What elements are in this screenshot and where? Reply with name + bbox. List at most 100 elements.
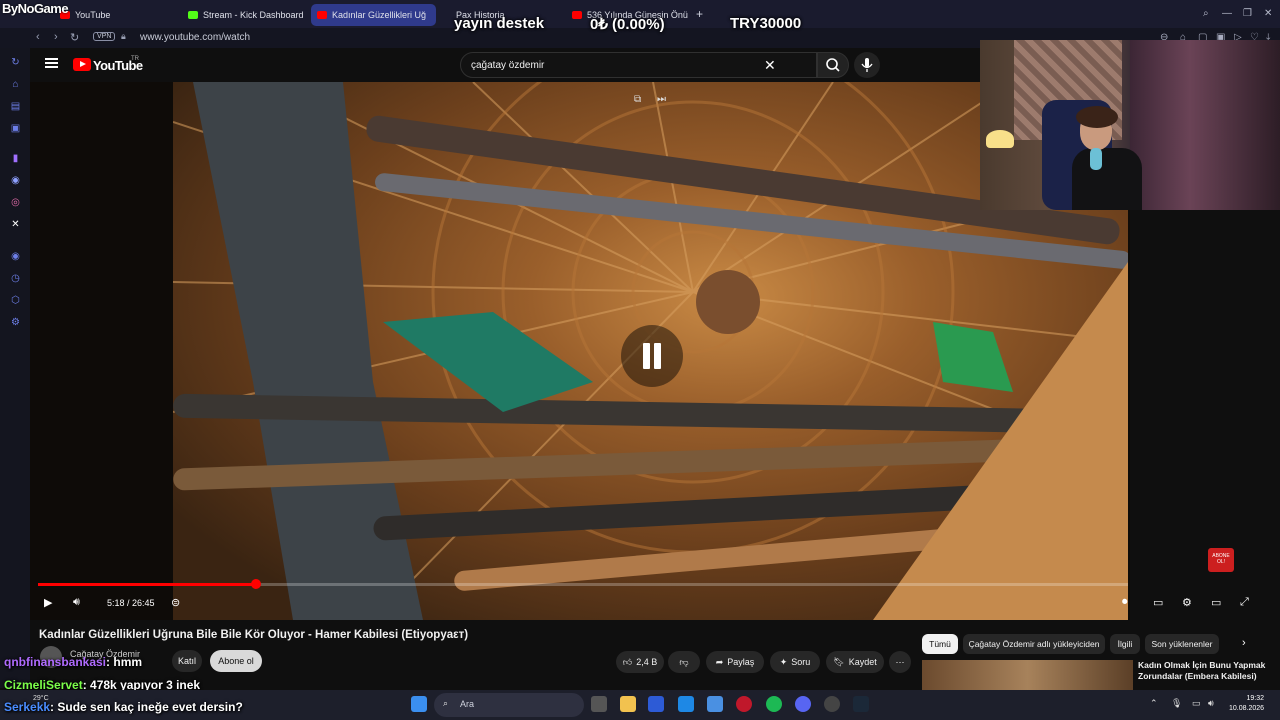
clock-date: 10.08.2026 (1229, 705, 1265, 712)
volume-icon[interactable]: 🔊︎ (73, 596, 80, 609)
spotify-icon[interactable] (766, 696, 782, 712)
x-icon[interactable]: ✕ (9, 218, 22, 231)
menu-icon[interactable] (45, 58, 58, 68)
recommended-thumbnail[interactable] (922, 660, 1133, 690)
dislike-button[interactable]: 👎︎ (668, 651, 700, 673)
discord-icon[interactable]: ◉ (9, 174, 22, 187)
sidebar-mail-icon[interactable]: ▣ (9, 122, 22, 135)
tray-network-icon[interactable]: ▭ (1192, 698, 1201, 709)
chat-user: Serkekk (4, 700, 51, 714)
instagram-icon[interactable]: ◎ (9, 196, 22, 209)
search-button[interactable] (817, 52, 849, 78)
store-icon[interactable] (707, 696, 723, 712)
share-icon: ➦ (715, 656, 724, 667)
progress-bar[interactable] (38, 579, 1128, 589)
chip-from-uploader[interactable]: Çağatay Özdemir adlı yükleyiciden (963, 634, 1105, 654)
windows-start-icon[interactable] (411, 696, 427, 712)
webcam-hair (1076, 106, 1118, 128)
like-button[interactable]: 👍︎ 2,4 B (616, 651, 664, 673)
clear-search-icon[interactable]: ✕ (764, 57, 776, 74)
save-button[interactable]: 🔖︎ Kaydet (826, 651, 884, 673)
play-icon[interactable]: ▶ (44, 596, 52, 609)
subscribe-watermark[interactable]: ABONE OL! (1208, 548, 1234, 572)
subscribe-button[interactable]: Abone ol (210, 650, 262, 672)
opera-icon[interactable] (736, 696, 752, 712)
reload-icon[interactable]: ↻ (70, 31, 79, 44)
search-value: çağatay özdemir (471, 60, 545, 71)
search-icon (826, 58, 840, 72)
chip-all[interactable]: Tümü (922, 634, 958, 654)
scrubber-handle[interactable] (251, 579, 261, 589)
webcam-overlay (980, 40, 1280, 210)
join-button[interactable]: Katıl (172, 650, 202, 672)
tab-label: YouTube (75, 10, 111, 20)
steam-icon[interactable] (853, 696, 869, 712)
share-button[interactable]: ➦ Paylaş (706, 651, 764, 673)
subtitles-icon[interactable]: ▭ (1153, 596, 1163, 609)
share-label: Paylaş (727, 657, 755, 667)
chip-recent[interactable]: Son yüklenenler (1145, 634, 1219, 654)
taskbar-clock[interactable]: 19:32 10.08.2026 (1229, 694, 1264, 714)
voice-search-button[interactable] (854, 52, 880, 78)
progress-fill (38, 583, 256, 586)
webcam-person (1072, 148, 1142, 210)
sidebar-clock-icon[interactable]: ◷ (9, 272, 22, 285)
close-icon[interactable]: ✕ (1264, 8, 1272, 19)
fullscreen-icon[interactable]: ⤢ (1240, 596, 1249, 609)
mail-icon[interactable] (678, 696, 694, 712)
tab-youtube[interactable]: YouTube (54, 4, 174, 26)
chip-related[interactable]: İlgili (1110, 634, 1140, 654)
tab-kick-dashboard[interactable]: Stream - Kick Dashboard (182, 4, 307, 26)
sidebar-settings-icon[interactable]: ⚙ (9, 316, 22, 329)
sidebar-refresh-icon[interactable]: ↻ (9, 56, 22, 69)
chip-label: Tümü (929, 639, 951, 649)
tray-mic-icon[interactable]: 🎙︎ (1171, 698, 1182, 709)
sidebar-bag-icon[interactable]: ⌂ (9, 78, 22, 91)
edge-icon[interactable] (648, 696, 664, 712)
vpn-badge[interactable]: VPN (93, 32, 116, 41)
chip-label: Çağatay Özdemir adlı yükleyiciden (968, 639, 1100, 649)
bookmark-icon: 🔖︎ (833, 656, 845, 667)
minimize-icon[interactable]: — (1222, 8, 1232, 19)
search-input[interactable]: çağatay özdemir ✕ (460, 52, 817, 78)
donation-percent: 0₺ (0.00%) (590, 16, 665, 33)
pause-button[interactable] (621, 325, 683, 387)
video-player[interactable]: ⧉ ⏭ (30, 82, 1130, 620)
maximize-icon[interactable]: ❐ (1243, 8, 1252, 19)
webcam-mic (1090, 148, 1102, 170)
search-icon[interactable]: ⌕ (1203, 8, 1209, 19)
discord-taskbar-icon[interactable] (795, 696, 811, 712)
forward-icon[interactable]: › (54, 31, 58, 43)
recommended-title[interactable]: Kadın Olmak İçin Bunu Yapmak Zorundalar … (1138, 660, 1278, 682)
skip-icon[interactable]: ⏭ (657, 94, 666, 105)
ask-button[interactable]: ✦ Soru (770, 651, 820, 673)
tab-label: Kadınlar Güzellikleri Uğ (332, 10, 427, 20)
youtube-icon (317, 11, 327, 19)
more-actions-button[interactable]: ⋯ (889, 651, 911, 673)
webcam-lamp (986, 130, 1014, 148)
task-view-icon[interactable] (591, 696, 607, 712)
back-icon[interactable]: ‹ (36, 31, 40, 43)
tray-chevron-icon[interactable]: ⌃ (1150, 698, 1158, 709)
miniplayer-icon[interactable]: ⧉ (634, 94, 641, 105)
chapters-icon[interactable]: ⊜ (171, 596, 180, 609)
file-explorer-icon[interactable] (620, 696, 636, 712)
sidebar-cube-icon[interactable]: ⬡ (9, 294, 22, 307)
url-field[interactable]: www.youtube.com/watch (140, 32, 250, 43)
new-tab-button[interactable]: + (696, 7, 703, 21)
youtube-logo-icon[interactable] (73, 58, 91, 71)
sidebar-player-icon[interactable]: ◉ (9, 250, 22, 263)
region-code: TR (131, 56, 139, 62)
taskbar-search[interactable] (434, 693, 584, 717)
app-icon[interactable] (824, 696, 840, 712)
subscribe-label: Abone ol (218, 656, 254, 666)
sidebar-game-icon[interactable]: ▤ (9, 100, 22, 113)
tray-volume-icon[interactable]: 🔊︎ (1208, 698, 1214, 709)
twitch-icon[interactable]: ▮ (9, 152, 22, 165)
autoplay-toggle-icon[interactable]: ⏺ (1122, 596, 1128, 609)
settings-icon[interactable]: ⚙ (1182, 596, 1192, 609)
tab-current-video[interactable]: Kadınlar Güzellikleri Uğ (311, 4, 436, 26)
theater-icon[interactable]: ▭ (1211, 596, 1221, 609)
like-count: 2,4 B (636, 657, 658, 667)
chevron-right-icon[interactable]: › (1242, 637, 1246, 649)
